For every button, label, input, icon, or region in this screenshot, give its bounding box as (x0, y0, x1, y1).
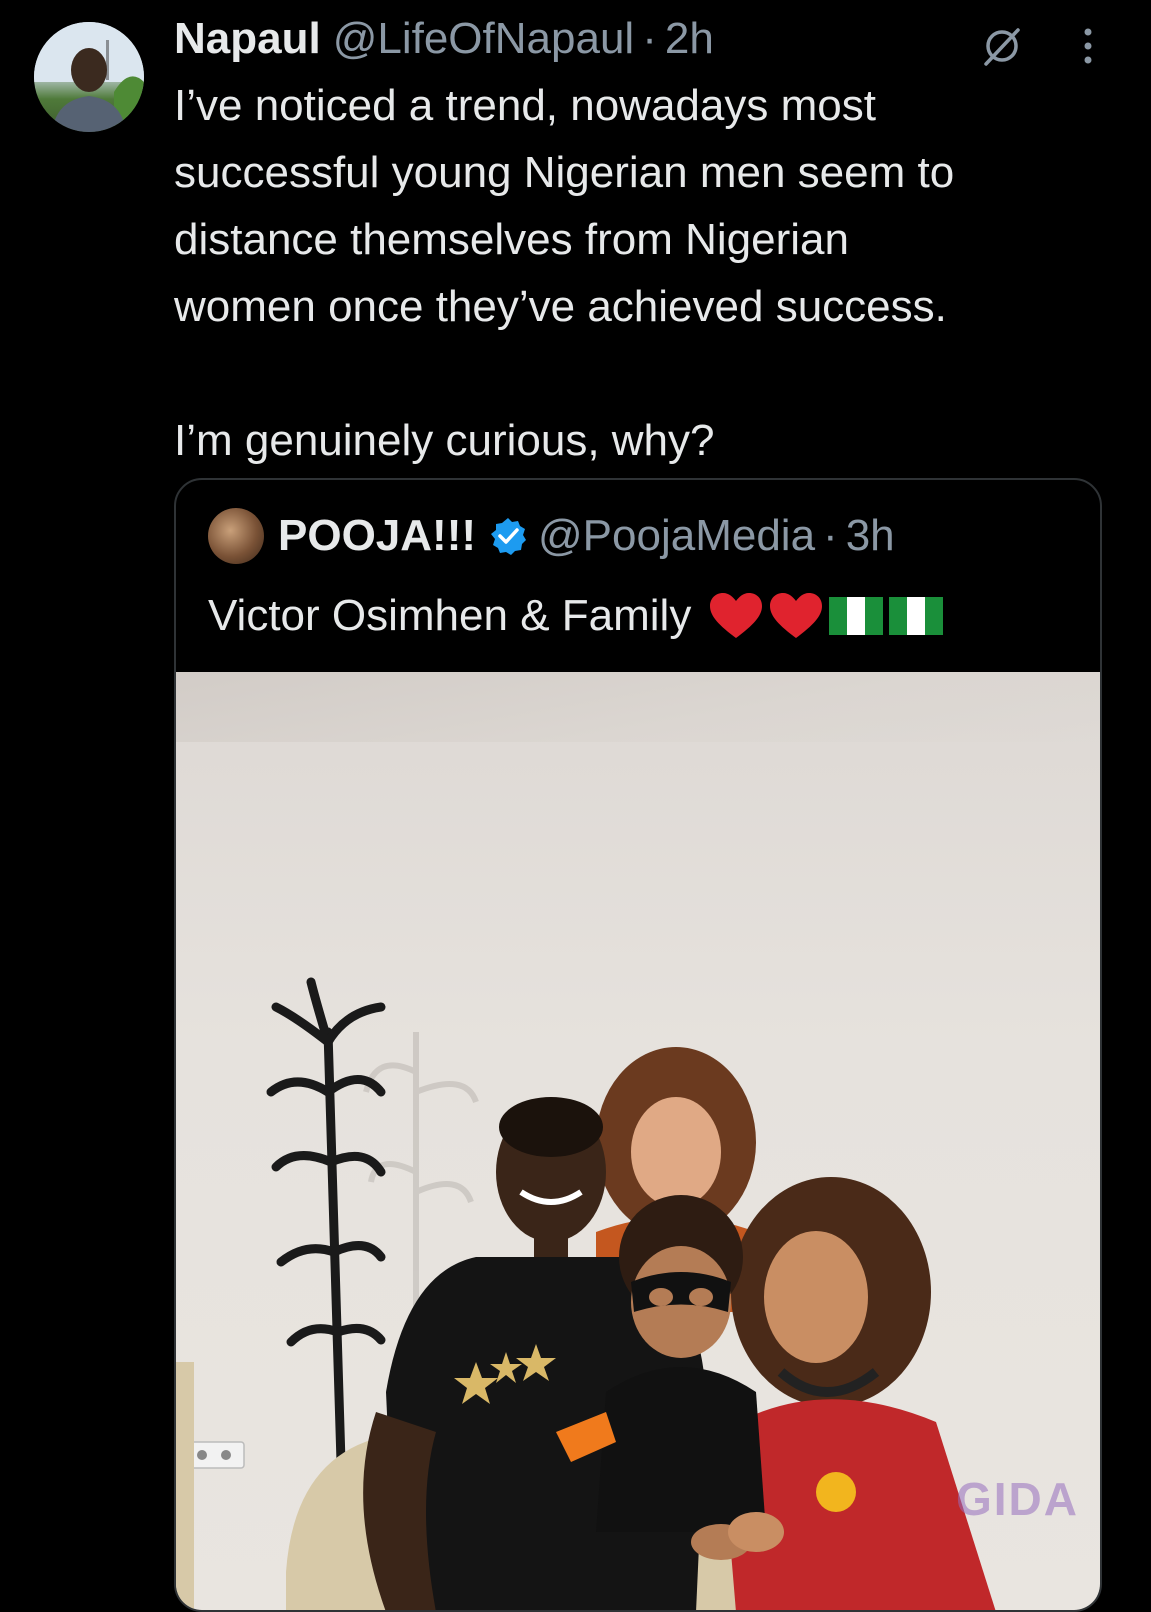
quoted-tweet-text: Victor Osimhen & Family (208, 591, 692, 640)
separator-dot: · (642, 14, 657, 63)
quoted-tweet-photo[interactable]: GIDA (176, 672, 1100, 1610)
tweet-text: I’ve noticed a trend, nowadays most succ… (174, 72, 1124, 474)
tweet-text-paragraph: I’ve noticed a trend, nowadays most succ… (174, 81, 955, 331)
tweet-header: Napaul @LifeOfNapaul · 2h (174, 14, 714, 68)
family-photo-illustration (176, 977, 996, 1610)
quoted-author-handle[interactable]: @PoojaMedia (538, 511, 815, 561)
verified-badge-icon (491, 518, 526, 555)
nigeria-flag-icon (889, 597, 944, 635)
author-avatar[interactable] (34, 22, 144, 132)
quoted-tweet[interactable]: POOJA!!! @PoojaMedia · 3h Victor Osimhen… (174, 478, 1102, 1612)
tweet-time[interactable]: 2h (665, 14, 714, 64)
more-vertical-icon[interactable] (1080, 24, 1096, 68)
author-name[interactable]: Napaul (174, 14, 321, 64)
separator-dot: · (823, 511, 838, 560)
grok-icon[interactable] (980, 24, 1024, 68)
quoted-author-name[interactable]: POOJA!!! (278, 511, 476, 561)
media-watermark: GIDA (956, 1473, 1079, 1525)
quoted-tweet-header: POOJA!!! @PoojaMedia · 3h (208, 508, 895, 564)
quoted-author-avatar[interactable] (208, 508, 264, 564)
author-handle[interactable]: @LifeOfNapaul (333, 14, 635, 64)
photo-ceiling (176, 672, 1100, 742)
quoted-tweet-text-row: Victor Osimhen & Family (208, 588, 945, 644)
tweet-text-paragraph: I’m genuinely curious, why? (174, 416, 715, 465)
red-heart-icon (770, 593, 823, 638)
quoted-tweet-time[interactable]: 3h (846, 511, 895, 561)
red-heart-icon (710, 593, 763, 638)
nigeria-flag-icon (829, 597, 884, 635)
